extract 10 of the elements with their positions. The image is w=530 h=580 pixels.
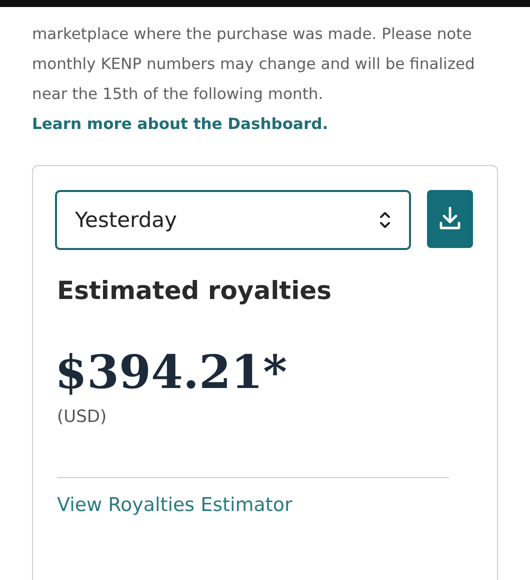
currency-label: (USD) <box>57 407 108 427</box>
dashboard-link[interactable]: Learn more about the Dashboard. <box>32 115 328 133</box>
period-select[interactable]: Yesterday <box>55 190 412 250</box>
royalties-estimator-link[interactable]: View Royalties Estimator <box>57 494 292 516</box>
card-title: Estimated royalties <box>57 276 332 305</box>
download-button[interactable] <box>427 190 473 248</box>
info-paragraph: marketplace where the purchase was made. Please note monthly KENP numbers may change and will be finalized near the 15th of the following month. Learn more about the Dashboard. <box>32 24 476 135</box>
download-icon <box>438 206 462 232</box>
chevron-up-down-icon <box>379 211 392 229</box>
royalty-amount: $394.21* <box>55 345 288 399</box>
